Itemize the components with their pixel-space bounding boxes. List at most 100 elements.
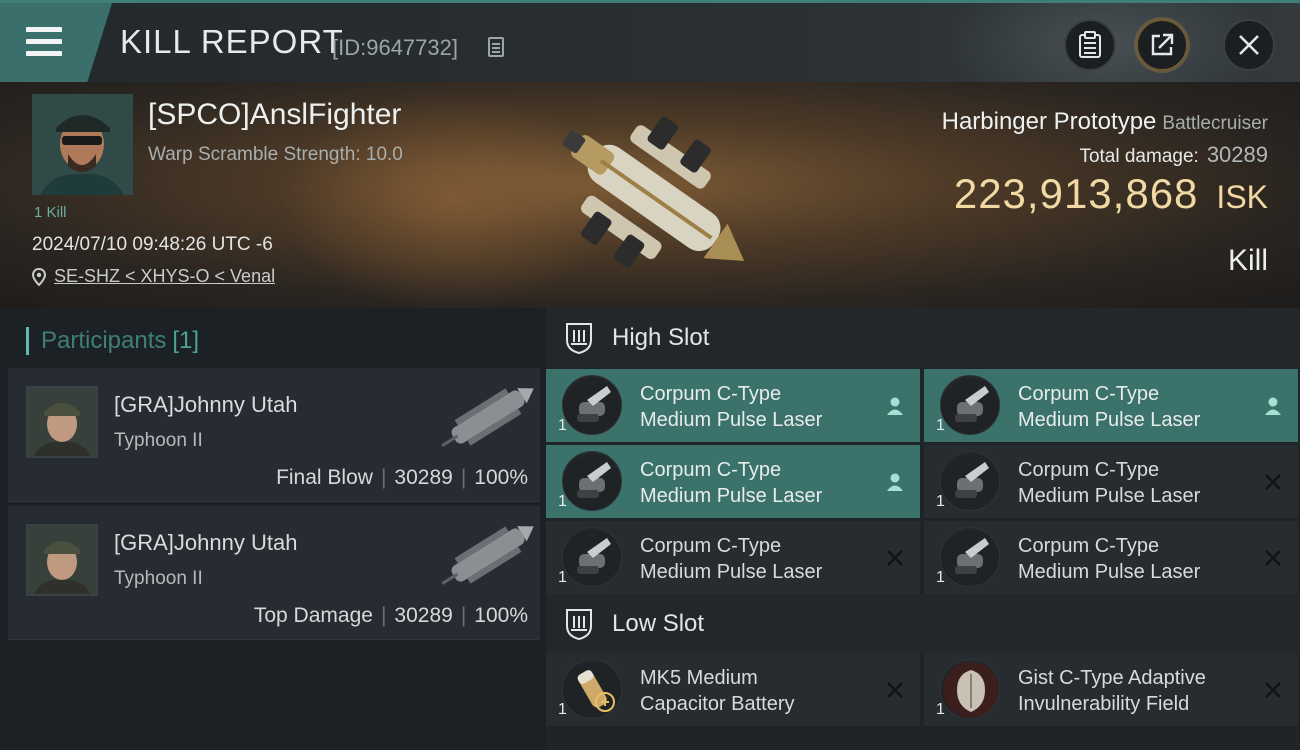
module-name-line2: Capacitor Battery — [640, 693, 795, 715]
module-icon — [940, 375, 1000, 435]
module-tile[interactable]: 1 Corpum C-Type Medium Pulse Laser — [546, 521, 920, 594]
participant-role: Final Blow — [276, 466, 373, 489]
module-name-line1: Corpum C-Type — [640, 383, 782, 405]
module-status — [882, 469, 908, 495]
high-slot-label: High Slot — [612, 324, 710, 351]
module-name-line1: MK5 Medium — [640, 667, 758, 689]
module-quantity: 1 — [936, 417, 945, 434]
module-name-line2: Medium Pulse Laser — [640, 485, 823, 507]
module-name: Gist C-Type Adaptive Invulnerability Fiel… — [1018, 665, 1206, 717]
module-icon — [562, 375, 622, 435]
module-quantity: 1 — [558, 493, 567, 510]
participant-card[interactable]: [GRA]Johnny Utah Typhoon II Final Blow | 3… — [8, 368, 540, 502]
participant-role: Top Damage — [253, 604, 373, 627]
module-status — [882, 393, 908, 419]
page-title: KILL REPORT — [120, 23, 344, 60]
module-quantity: 1 — [936, 569, 945, 586]
total-damage-label: Total damage: — [1079, 146, 1199, 167]
module-tile[interactable]: 1 Corpum C-Type Medium Pulse Laser — [924, 521, 1298, 594]
share-button[interactable] — [1136, 19, 1188, 71]
destroyed-x-icon — [1265, 550, 1281, 566]
module-name: Corpum C-Type Medium Pulse Laser — [1018, 381, 1200, 433]
module-name: Corpum C-Type Medium Pulse Laser — [640, 457, 822, 509]
low-slot-icon — [566, 609, 592, 640]
kill-count: 1 Kill — [34, 204, 67, 221]
location-pin-icon — [32, 267, 46, 286]
module-quantity: 1 — [558, 701, 567, 718]
module-quantity: 1 — [558, 417, 567, 434]
module-tile[interactable]: 1 Corpum C-Type Medium Pulse Laser — [924, 445, 1298, 518]
module-icon — [562, 527, 622, 587]
destroyed-x-icon — [1265, 682, 1281, 698]
ship-class: Battlecruiser — [1162, 113, 1268, 134]
participant-avatar — [26, 386, 98, 458]
close-button[interactable] — [1223, 19, 1275, 71]
fitting-panel: High Slot 1 Corpum C-Type Medium Pulse Las… — [546, 308, 1300, 750]
participant-ship-image — [441, 388, 534, 447]
isk-currency: ISK — [1216, 179, 1268, 215]
participant-stats: Top Damage | 30289 | 100% — [253, 604, 528, 627]
report-id: [ID:9647732] — [332, 35, 458, 60]
module-quantity: 1 — [936, 701, 945, 718]
module-status — [1260, 677, 1286, 703]
module-tile[interactable]: 1 Corpum C-Type Medium Pulse Laser — [546, 445, 920, 518]
low-slot-label: Low Slot — [612, 610, 705, 637]
module-name-line2: Invulnerability Field — [1018, 693, 1190, 715]
total-damage: Total damage: 30289 — [1079, 142, 1268, 168]
participant-stats: Final Blow | 30289 | 100% — [276, 466, 528, 489]
participant-ship-image — [441, 526, 534, 585]
victim-summary: [SPCO]AnslFighter Warp Scramble Strength… — [0, 82, 1300, 308]
pilot-icon — [887, 397, 903, 415]
module-tile[interactable]: 1 Corpum C-Type Medium Pulse Laser — [546, 369, 920, 442]
participants-count: [1] — [172, 327, 200, 354]
kill-location[interactable]: SE-SHZ < XHYS-O < Venal — [32, 266, 275, 287]
module-icon — [562, 659, 622, 719]
pilot-avatar-icon — [32, 94, 133, 195]
title-bar: KILL REPORT [ID:9647732] — [0, 0, 1300, 82]
module-tile[interactable]: 1 Gist C-Type Adaptive Invulnerability Fie… — [924, 653, 1298, 726]
isk-amount: 223,913,868 — [953, 170, 1199, 217]
clipboard-button[interactable] — [1064, 19, 1116, 71]
module-status — [1260, 545, 1286, 571]
module-status — [1260, 393, 1286, 419]
clipboard-icon — [1079, 31, 1101, 58]
module-name-line1: Corpum C-Type — [1018, 459, 1160, 481]
module-status — [882, 545, 908, 571]
module-name: Corpum C-Type Medium Pulse Laser — [1018, 457, 1200, 509]
module-icon — [562, 451, 622, 511]
location-link[interactable]: SE-SHZ < XHYS-O < Venal — [54, 266, 275, 287]
copy-id-icon[interactable] — [488, 37, 504, 57]
destroyed-x-icon — [1265, 474, 1281, 490]
module-name-line1: Corpum C-Type — [640, 459, 782, 481]
participant-damage-percent: 100% — [474, 466, 528, 489]
participant-card[interactable]: [GRA]Johnny Utah Typhoon II Top Damage | 3… — [8, 506, 540, 640]
pilot-icon — [1265, 397, 1281, 415]
participant-name: [GRA]Johnny Utah — [114, 530, 298, 555]
module-name-line1: Gist C-Type Adaptive — [1018, 667, 1206, 689]
module-icon — [940, 659, 1000, 719]
warp-scramble-strength: Warp Scramble Strength: 10.0 — [148, 144, 403, 165]
participant-ship: Typhoon II — [114, 568, 203, 589]
participants-label: Participants — [41, 327, 167, 354]
low-slot-header: Low Slot — [546, 594, 1300, 654]
module-tile[interactable]: 1 MK5 Medium Capacitor Battery — [546, 653, 920, 726]
report-type: Kill — [1227, 244, 1268, 277]
high-slot-header: High Slot — [546, 308, 1300, 368]
victim-ship[interactable]: Harbinger Prototype Battlecruiser — [942, 108, 1268, 136]
victim-portrait[interactable] — [32, 94, 133, 195]
module-name-line1: Corpum C-Type — [640, 535, 782, 557]
module-icon — [940, 451, 1000, 511]
kill-timestamp: 2024/07/10 09:48:26 UTC -6 — [32, 234, 273, 255]
module-status — [1260, 469, 1286, 495]
module-quantity: 1 — [936, 493, 945, 510]
module-name: Corpum C-Type Medium Pulse Laser — [1018, 533, 1200, 585]
victim-name[interactable]: [SPCO]AnslFighter — [148, 98, 401, 132]
module-name: MK5 Medium Capacitor Battery — [640, 665, 795, 717]
module-tile[interactable]: 1 Corpum C-Type Medium Pulse Laser — [924, 369, 1298, 442]
participant-avatar — [26, 524, 98, 596]
victim-ship-image — [562, 116, 745, 268]
hamburger-menu-icon[interactable] — [26, 27, 62, 57]
module-name-line1: Corpum C-Type — [1018, 535, 1160, 557]
participant-damage: 30289 — [394, 466, 453, 489]
menu-tab[interactable] — [0, 3, 112, 82]
